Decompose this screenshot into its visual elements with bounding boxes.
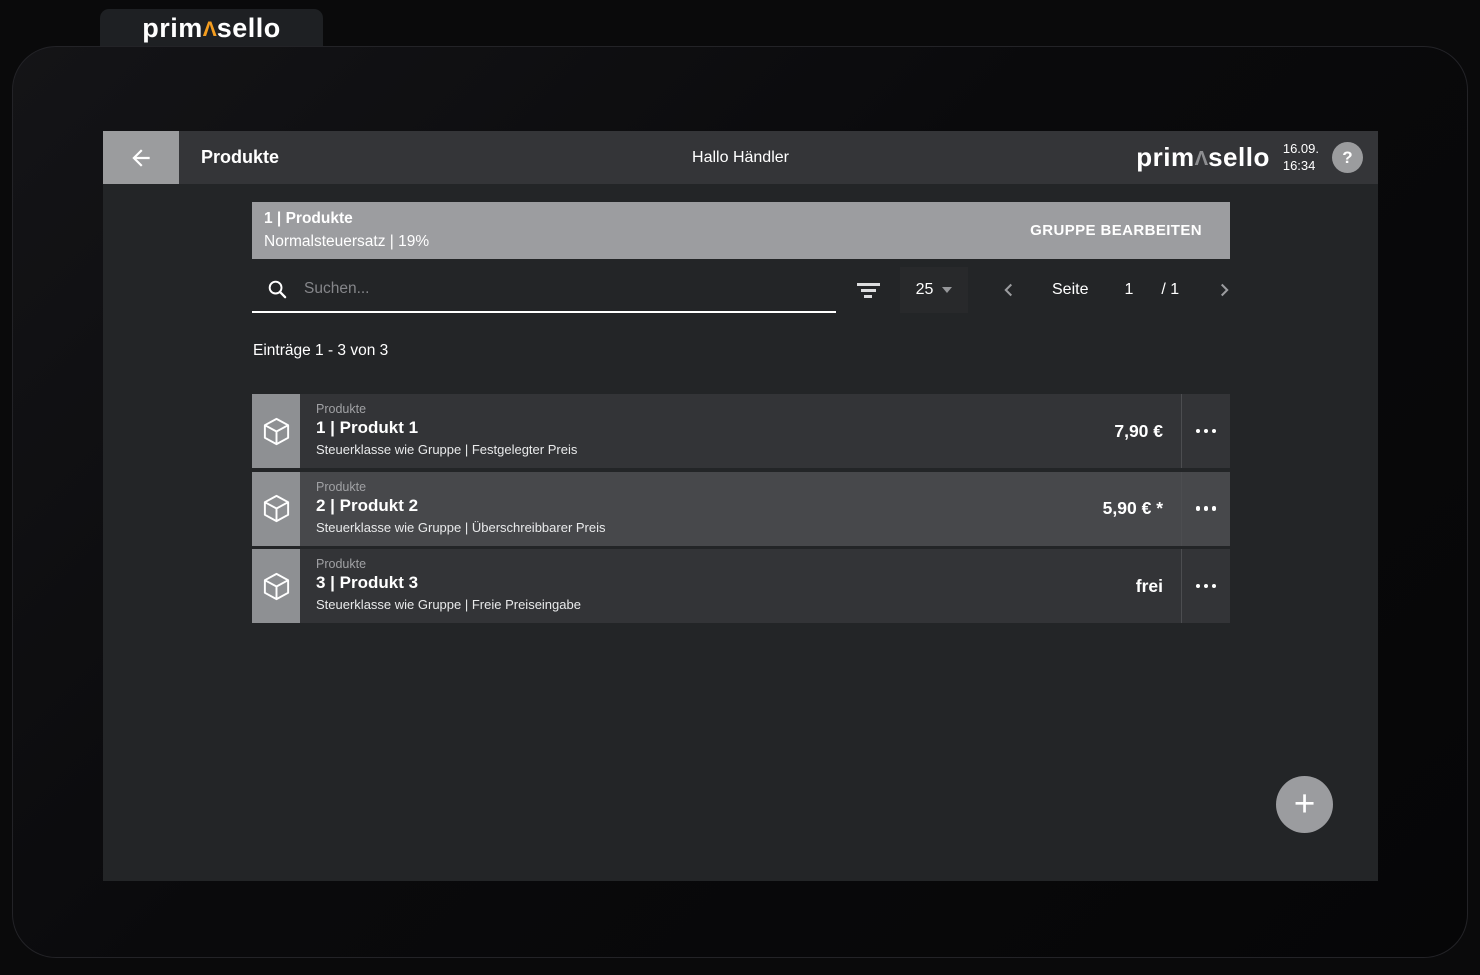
overflow-menu-icon xyxy=(1196,584,1201,589)
page-current: 1 xyxy=(1124,281,1133,299)
edit-group-button[interactable]: GRUPPE BEARBEITEN xyxy=(1030,222,1202,239)
arrow-left-icon xyxy=(128,145,154,171)
chevron-right-icon xyxy=(1213,279,1235,301)
row-menu-button[interactable] xyxy=(1182,549,1230,623)
search-box xyxy=(252,267,836,313)
page-size-value: 25 xyxy=(916,281,934,299)
entries-summary: Einträge 1 - 3 von 3 xyxy=(253,342,388,360)
pagination: Seite 1 / 1 xyxy=(988,267,1235,313)
browser-tab: primΛsello xyxy=(100,9,323,47)
header-right: primΛsello 16.09. 16:34 ? xyxy=(1136,141,1378,175)
group-tax-info: Normalsteuersatz | 19% xyxy=(264,231,429,253)
product-row[interactable]: Produkte 2 | Produkt 2 Steuerklasse wie … xyxy=(252,472,1230,546)
group-name: 1 | Produkte xyxy=(264,208,429,230)
product-title: 1 | Produkt 1 xyxy=(316,418,1114,438)
brand-logo-prefix: prim xyxy=(142,13,203,43)
page-total: / 1 xyxy=(1161,281,1179,299)
add-product-button[interactable]: + xyxy=(1276,776,1333,833)
product-price: 5,90 € * xyxy=(1103,472,1181,546)
overflow-menu-icon xyxy=(1196,506,1201,511)
header-logo-prefix: prim xyxy=(1136,142,1194,172)
product-cube-icon xyxy=(261,416,292,447)
prev-page-button[interactable] xyxy=(998,279,1020,301)
page-title: Produkte xyxy=(201,147,279,168)
product-category: Produkte xyxy=(316,402,1114,416)
help-icon: ? xyxy=(1342,148,1352,168)
product-title: 3 | Produkt 3 xyxy=(316,573,1136,593)
group-info: 1 | Produkte Normalsteuersatz | 19% xyxy=(264,208,429,253)
product-cube-icon xyxy=(261,493,292,524)
page-word: Seite xyxy=(1052,281,1088,299)
product-title: 2 | Produkt 2 xyxy=(316,496,1103,516)
product-subtitle: Steuerklasse wie Gruppe | Überschreibbar… xyxy=(316,520,1103,535)
product-subtitle: Steuerklasse wie Gruppe | Freie Preisein… xyxy=(316,597,1136,612)
time-label: 16:34 xyxy=(1283,158,1319,175)
app-header: Produkte Hallo Händler primΛsello 16.09.… xyxy=(103,131,1378,184)
search-input[interactable] xyxy=(304,280,764,298)
filter-icon xyxy=(857,283,880,286)
row-menu-button[interactable] xyxy=(1182,394,1230,468)
header-logo: primΛsello xyxy=(1136,142,1270,173)
datetime: 16.09. 16:34 xyxy=(1283,141,1319,175)
page-size-dropdown[interactable]: 25 xyxy=(900,267,968,313)
row-menu-button[interactable] xyxy=(1182,472,1230,546)
product-list: Produkte 1 | Produkt 1 Steuerklasse wie … xyxy=(252,394,1230,627)
overflow-menu-icon xyxy=(1196,429,1201,434)
product-icon-cell xyxy=(252,472,300,546)
next-page-button[interactable] xyxy=(1213,279,1235,301)
product-cube-icon xyxy=(261,571,292,602)
date-label: 16.09. xyxy=(1283,141,1319,158)
brand-caret-icon: Λ xyxy=(203,18,217,42)
brand-logo-suffix: sello xyxy=(217,13,281,43)
header-caret-icon: Λ xyxy=(1195,148,1209,171)
product-icon-cell xyxy=(252,394,300,468)
brand-logo: primΛsello xyxy=(142,13,281,44)
group-bar[interactable]: 1 | Produkte Normalsteuersatz | 19% GRUP… xyxy=(252,202,1230,259)
app-window: Produkte Hallo Händler primΛsello 16.09.… xyxy=(103,131,1378,881)
product-price: frei xyxy=(1136,549,1181,623)
header-logo-suffix: sello xyxy=(1208,142,1270,172)
chevron-down-icon xyxy=(942,287,952,293)
product-row[interactable]: Produkte 3 | Produkt 3 Steuerklasse wie … xyxy=(252,549,1230,623)
back-button[interactable] xyxy=(103,131,179,184)
filter-button[interactable] xyxy=(848,281,888,303)
search-icon xyxy=(267,279,288,300)
chevron-left-icon xyxy=(998,279,1020,301)
help-button[interactable]: ? xyxy=(1332,142,1363,173)
product-category: Produkte xyxy=(316,480,1103,494)
product-category: Produkte xyxy=(316,557,1136,571)
product-row[interactable]: Produkte 1 | Produkt 1 Steuerklasse wie … xyxy=(252,394,1230,468)
product-subtitle: Steuerklasse wie Gruppe | Festgelegter P… xyxy=(316,442,1114,457)
product-price: 7,90 € xyxy=(1114,394,1181,468)
product-icon-cell xyxy=(252,549,300,623)
